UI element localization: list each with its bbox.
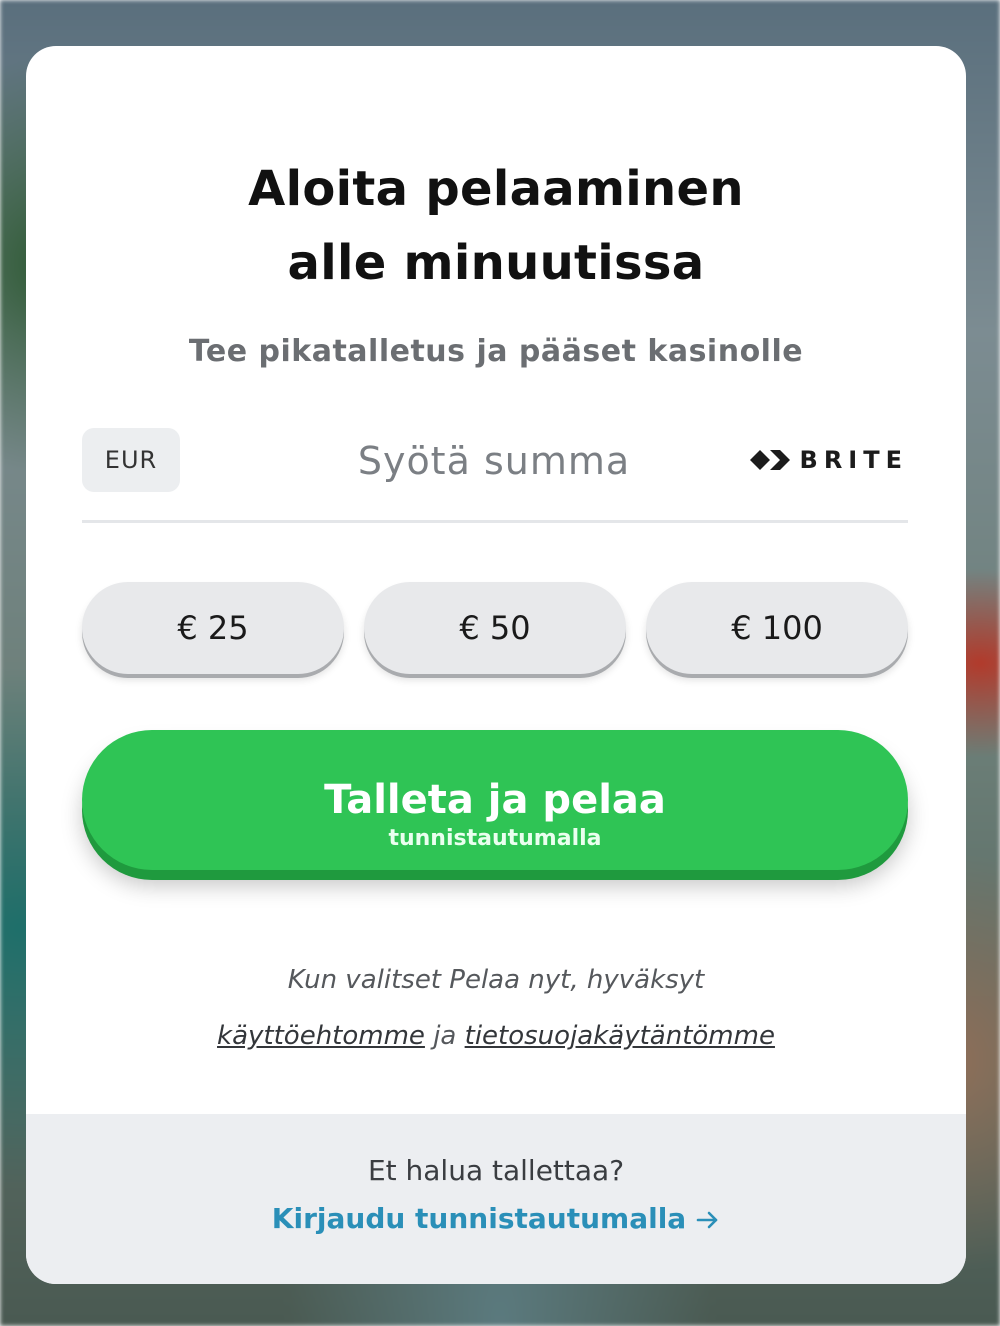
- brite-wordmark: BRITE: [799, 446, 908, 474]
- deposit-button-label: Talleta ja pelaa: [324, 777, 666, 823]
- privacy-policy-link[interactable]: tietosuojakäytäntömme: [465, 1021, 775, 1051]
- login-link[interactable]: Kirjaudu tunnistautumalla: [26, 1202, 966, 1237]
- deposit-and-play-button[interactable]: Talleta ja pelaa tunnistautumalla: [82, 730, 908, 870]
- preset-amount-100-button[interactable]: € 100: [646, 582, 908, 674]
- preset-amount-25-button[interactable]: € 25: [82, 582, 344, 674]
- footer-panel: Et halua tallettaa? Kirjaudu tunnistautu…: [26, 1114, 966, 1284]
- brite-logo-icon: [749, 446, 790, 474]
- login-link-label: Kirjaudu tunnistautumalla: [271, 1202, 687, 1235]
- brite-logo: BRITE: [749, 438, 908, 482]
- terms-line-1: Kun valitset Pelaa nyt, hyväksyt: [287, 965, 705, 995]
- terms-conjunction: ja: [433, 1021, 457, 1051]
- terms-of-use-link[interactable]: käyttöehtomme: [217, 1021, 425, 1051]
- title-line-1: Aloita pelaaminen: [248, 161, 744, 217]
- terms-notice: Kun valitset Pelaa nyt, hyväksyt käyttöe…: [26, 952, 966, 1064]
- page-title: Aloita pelaaminen alle minuutissa: [26, 152, 966, 300]
- subtitle: Tee pikatalletus ja pääset kasinolle: [188, 334, 804, 369]
- preset-amount-50-button[interactable]: € 50: [364, 582, 626, 674]
- deposit-card: Aloita pelaaminen alle minuutissa Tee pi…: [26, 46, 966, 1284]
- deposit-button-sublabel: tunnistautumalla: [388, 826, 602, 851]
- arrow-right-icon: [696, 1204, 720, 1237]
- title-line-2: alle minuutissa: [287, 235, 705, 291]
- amount-input[interactable]: [232, 428, 756, 494]
- no-deposit-question: Et halua tallettaa?: [367, 1154, 625, 1187]
- terms-line-2: käyttöehtomme ja tietosuojakäytäntömme: [26, 1008, 966, 1064]
- preset-amounts: € 25 € 50 € 100: [82, 582, 908, 680]
- currency-badge: EUR: [82, 428, 180, 492]
- amount-field-row: EUR BRITE: [82, 428, 908, 523]
